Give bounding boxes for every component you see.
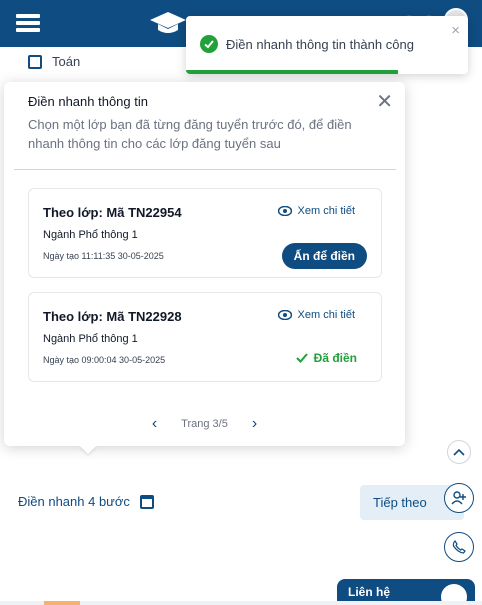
menu-icon[interactable] [16, 12, 40, 34]
call-button[interactable] [444, 532, 474, 562]
class-card-date: Ngày tạo 09:00:04 30-05-2025 [43, 355, 166, 365]
subject-checkbox-label: Toán [52, 54, 81, 69]
class-card-major: Ngành Phổ thông 1 [43, 333, 138, 345]
fill-button[interactable]: Ấn để điền [281, 243, 367, 269]
toast-message: Điền nhanh thông tin thành công [226, 37, 414, 52]
class-card-date: Ngày tạo 11:11:35 30-05-2025 [43, 251, 164, 261]
pagination: ‹ Trang 3/5 › [4, 416, 405, 432]
close-icon[interactable]: ✕ [376, 92, 393, 112]
eye-icon [277, 310, 292, 320]
view-details-link[interactable]: Xem chi tiết [277, 309, 355, 321]
popover-arrow [80, 446, 96, 454]
quick-fill-link[interactable]: Điền nhanh 4 bước [18, 494, 154, 509]
popover-description: Chọn một lớp bạn đã từng đăng tuyển trướ… [28, 117, 352, 151]
chevron-right-icon[interactable]: › [252, 416, 257, 432]
close-icon[interactable]: × [451, 23, 460, 38]
graduation-cap-icon[interactable] [148, 10, 188, 36]
subject-checkbox[interactable] [28, 54, 42, 69]
class-card: Theo lớp: Mã TN22928 Xem chi tiết Ngành … [28, 292, 382, 382]
view-details-label: Xem chi tiết [297, 309, 355, 321]
add-user-button[interactable] [444, 483, 474, 513]
page-indicator: Trang 3/5 [181, 418, 228, 430]
scroll-top-button[interactable] [447, 440, 471, 464]
chevron-up-icon [453, 448, 465, 456]
calendar-icon [139, 494, 154, 509]
bottom-tab-indicator [44, 601, 80, 605]
view-details-link[interactable]: Xem chi tiết [277, 205, 355, 217]
quick-fill-label: Điền nhanh 4 bước [18, 494, 130, 509]
popover-title: Điền nhanh thông tin [28, 94, 148, 109]
success-toast: Điền nhanh thông tin thành công × [186, 16, 468, 74]
eye-icon [277, 206, 292, 216]
phone-icon [452, 540, 466, 554]
subject-filter[interactable]: Toán [28, 54, 80, 69]
filled-status-label: Đã điền [313, 351, 357, 365]
class-card-major: Ngành Phổ thông 1 [43, 229, 138, 241]
filled-status: Đã điền [295, 351, 357, 365]
chevron-left-icon[interactable]: ‹ [152, 416, 157, 432]
class-card-title: Theo lớp: Mã TN22928 [43, 309, 182, 324]
view-details-label: Xem chi tiết [297, 205, 355, 217]
check-icon [295, 353, 308, 363]
check-circle-icon [200, 35, 218, 53]
toast-progress-bar [186, 70, 398, 74]
class-card: Theo lớp: Mã TN22954 Xem chi tiết Ngành … [28, 188, 382, 278]
quick-fill-popover: Điền nhanh thông tin ✕ Chọn một lớp bạn … [4, 82, 405, 446]
add-user-icon [451, 491, 466, 505]
contact-label: Liên hệ [348, 585, 391, 599]
divider [14, 169, 396, 170]
class-card-title: Theo lớp: Mã TN22954 [43, 205, 182, 220]
